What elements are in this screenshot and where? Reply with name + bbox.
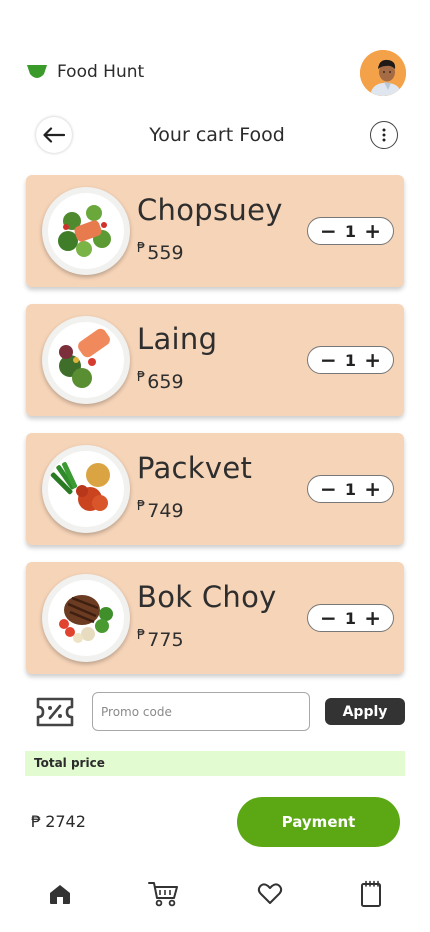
food-image — [42, 445, 130, 533]
cart-item: Bok Choy ₱ 775 − 1 + — [26, 562, 404, 674]
food-price: ₱ 775 — [137, 628, 184, 651]
peso-symbol: ₱ — [137, 499, 146, 514]
nav-home[interactable] — [43, 877, 77, 911]
peso-symbol: ₱ — [31, 812, 42, 831]
more-vertical-icon — [382, 128, 386, 142]
minus-icon[interactable]: − — [320, 479, 337, 499]
price-value: 559 — [147, 242, 184, 264]
quantity-stepper: − 1 + — [307, 346, 394, 374]
total-amount: ₱ 2742 — [31, 812, 86, 831]
quantity-stepper: − 1 + — [307, 604, 394, 632]
total-amount-value: 2742 — [45, 812, 86, 831]
quantity-value: 1 — [344, 221, 357, 241]
avatar-image — [360, 50, 406, 96]
promo-code-input[interactable] — [92, 692, 310, 731]
quantity-stepper: − 1 + — [307, 475, 394, 503]
plus-icon[interactable]: + — [364, 350, 381, 370]
quantity-stepper: − 1 + — [307, 217, 394, 245]
avatar[interactable] — [360, 50, 406, 96]
brand-logo-icon — [27, 65, 47, 78]
page-title: Your cart Food — [149, 124, 285, 146]
peso-symbol: ₱ — [137, 241, 146, 256]
apply-button[interactable]: Apply — [325, 698, 405, 725]
quantity-value: 1 — [344, 350, 357, 370]
food-image — [42, 187, 130, 275]
food-name: Laing — [137, 322, 218, 356]
more-options-button[interactable] — [370, 121, 398, 149]
food-price: ₱ 659 — [137, 370, 184, 393]
title-bar: Your cart Food — [36, 117, 398, 153]
quantity-value: 1 — [344, 479, 357, 499]
peso-symbol: ₱ — [137, 628, 146, 643]
cart-item: Laing ₱ 659 − 1 + — [26, 304, 404, 416]
quantity-value: 1 — [344, 608, 357, 628]
total-price-label: Total price — [25, 751, 405, 776]
notepad-icon — [361, 880, 381, 907]
food-name: Bok Choy — [137, 580, 277, 614]
minus-icon[interactable]: − — [320, 350, 337, 370]
payment-button[interactable]: Payment — [237, 797, 400, 847]
nav-cart[interactable] — [147, 877, 181, 911]
food-name: Chopsuey — [137, 193, 283, 227]
brand: Food Hunt — [26, 62, 144, 82]
home-icon — [50, 885, 70, 904]
app-header: Food Hunt — [26, 50, 406, 98]
minus-icon[interactable]: − — [320, 608, 337, 628]
promo-row: Apply — [36, 692, 405, 731]
price-value: 659 — [147, 371, 184, 393]
cart-item: Packvet ₱ 749 − 1 + — [26, 433, 404, 545]
nav-orders[interactable] — [354, 877, 388, 911]
peso-symbol: ₱ — [137, 370, 146, 385]
food-name: Packvet — [137, 451, 253, 485]
food-image — [42, 574, 130, 662]
price-value: 749 — [147, 500, 184, 522]
heart-icon — [257, 883, 283, 904]
coupon-icon — [36, 697, 74, 727]
back-button[interactable] — [36, 117, 72, 153]
price-value: 775 — [147, 629, 184, 651]
minus-icon[interactable]: − — [320, 221, 337, 241]
bottom-nav — [0, 873, 430, 913]
plus-icon[interactable]: + — [364, 221, 381, 241]
arrow-left-icon — [43, 127, 65, 143]
brand-name: Food Hunt — [57, 62, 145, 82]
cart-icon — [148, 882, 178, 907]
cart-item: Chopsuey ₱ 559 − 1 + — [26, 175, 404, 287]
food-price: ₱ 749 — [137, 499, 184, 522]
food-image — [42, 316, 130, 404]
plus-icon[interactable]: + — [364, 479, 381, 499]
plus-icon[interactable]: + — [364, 608, 381, 628]
food-price: ₱ 559 — [137, 241, 184, 264]
nav-favorites[interactable] — [253, 877, 287, 911]
